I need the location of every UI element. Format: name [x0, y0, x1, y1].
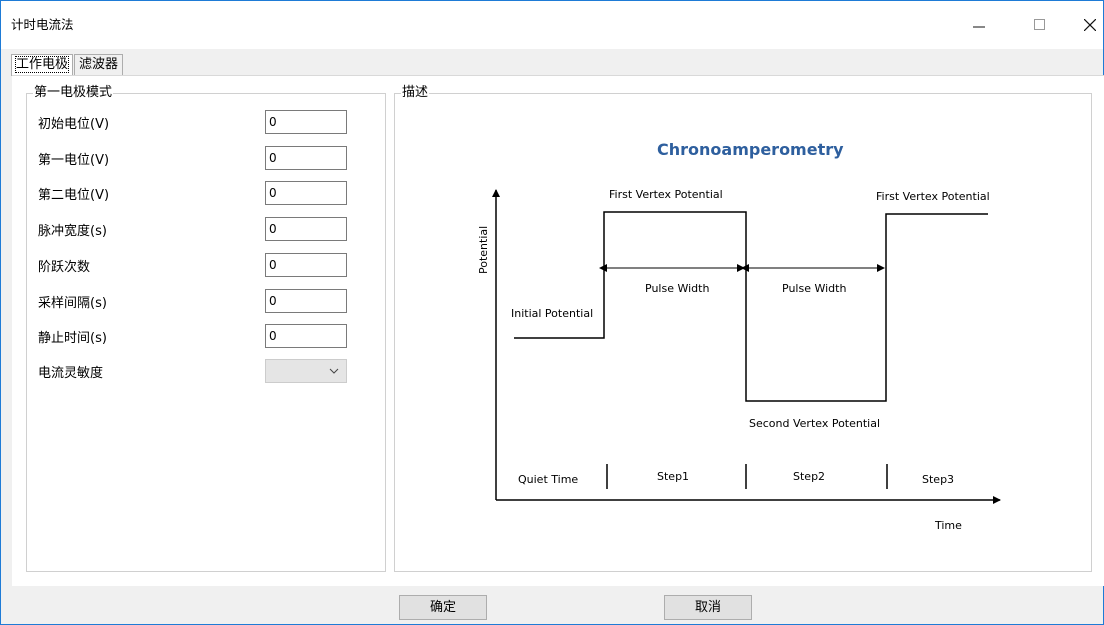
- label-pulse-width-1: Pulse Width: [645, 282, 709, 295]
- minimize-button[interactable]: [956, 1, 1002, 49]
- phase-quiet-time: Quiet Time: [518, 473, 578, 486]
- phase-step3: Step3: [922, 473, 954, 486]
- maximize-icon: [1034, 19, 1045, 30]
- tab-filter[interactable]: 滤波器: [74, 54, 124, 75]
- step-count-input[interactable]: 0: [265, 253, 347, 277]
- cancel-button[interactable]: 取消: [664, 595, 752, 620]
- label-second-vertex: Second Vertex Potential: [749, 417, 880, 430]
- y-axis-label: Potential: [477, 226, 490, 274]
- title-bar: 计时电流法: [1, 1, 1103, 49]
- phase-step2: Step2: [793, 470, 825, 483]
- chevron-down-icon: [329, 362, 339, 383]
- tab-working-electrode[interactable]: 工作电极: [11, 54, 74, 76]
- window-title: 计时电流法: [11, 17, 74, 32]
- close-icon: [1084, 19, 1096, 31]
- first-potential-input[interactable]: 0: [265, 146, 347, 170]
- label-first-vertex-1: First Vertex Potential: [609, 188, 723, 201]
- chronoamperometry-diagram: Chronoamperometry Potential Time Initial…: [477, 140, 1001, 532]
- chronoamperometry-window: 计时电流法 工作电极 滤波器 第一电极模式 初始电位(V) 0 第一电位(V) …: [0, 0, 1104, 625]
- x-axis-label: Time: [934, 519, 962, 532]
- tab-panel: 第一电极模式 初始电位(V) 0 第一电位(V) 0 第二电位(V) 0 脉冲宽…: [12, 75, 1104, 586]
- quiet-time-input[interactable]: 0: [265, 324, 347, 348]
- label-initial-potential: Initial Potential: [511, 307, 593, 320]
- initial-potential-input[interactable]: 0: [265, 110, 347, 134]
- description-group: 描述 Chronoamperometry Potential Time Init…: [394, 85, 1092, 572]
- electrode-mode-group: 第一电极模式 初始电位(V) 0 第一电位(V) 0 第二电位(V) 0 脉冲宽…: [26, 85, 386, 572]
- close-button[interactable]: [1067, 1, 1104, 49]
- diagram-title: Chronoamperometry: [657, 140, 844, 159]
- label-pulse-width-2: Pulse Width: [782, 282, 846, 295]
- second-potential-input[interactable]: 0: [265, 181, 347, 205]
- minimize-icon: [973, 26, 985, 28]
- label-first-vertex-2: First Vertex Potential: [876, 190, 990, 203]
- current-sensitivity-select[interactable]: [265, 359, 347, 383]
- electrode-mode-title: 第一电极模式: [33, 85, 114, 101]
- maximize-button[interactable]: [1017, 1, 1063, 49]
- tab-bar: 工作电极 滤波器: [11, 54, 124, 76]
- pulse-width-input[interactable]: 0: [265, 217, 347, 241]
- sample-interval-input[interactable]: 0: [265, 289, 347, 313]
- phase-step1: Step1: [657, 470, 689, 483]
- ok-button[interactable]: 确定: [399, 595, 487, 620]
